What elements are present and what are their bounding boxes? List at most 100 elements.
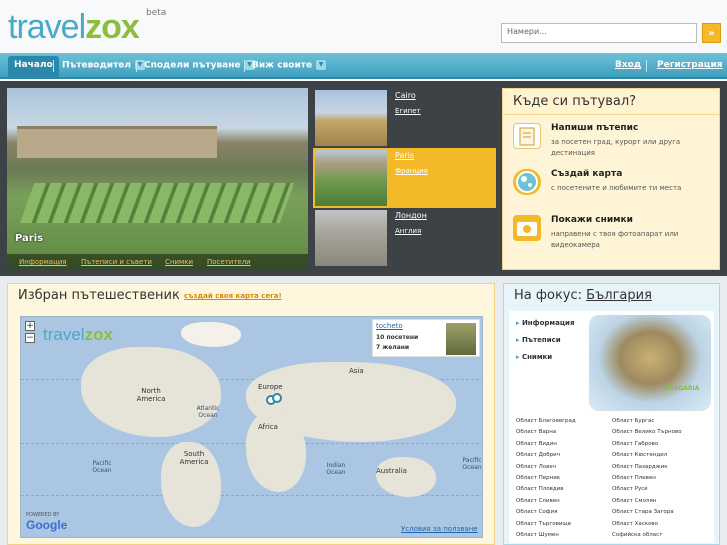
nav-home[interactable]: Начало bbox=[8, 56, 59, 77]
action-desc: с посетените и любимите ти места bbox=[551, 184, 682, 192]
zoom-in-button[interactable]: + bbox=[25, 321, 35, 331]
action-desc: направени с твоя фотоапарат или видеокам… bbox=[551, 230, 679, 249]
hero-image[interactable] bbox=[7, 88, 308, 270]
where-traveled-panel: Къде си пътувал? Напиши пътепис за посет… bbox=[502, 88, 720, 270]
action-title[interactable]: Създай карта bbox=[551, 169, 622, 179]
focus-panel: На фокус: България Информация Пътеписи С… bbox=[503, 283, 720, 545]
hero-garden-shape bbox=[19, 183, 295, 223]
region-link[interactable]: Област Стара Загора bbox=[612, 509, 674, 515]
nav-divider bbox=[136, 60, 137, 72]
region-link[interactable]: Област Перник bbox=[516, 475, 560, 481]
label-north-america: North America bbox=[136, 387, 166, 403]
region-link[interactable]: Област Сливен bbox=[516, 498, 560, 504]
map-logo-zox: zox bbox=[84, 325, 113, 344]
thumb-image[interactable] bbox=[315, 90, 387, 146]
thumb-cairo[interactable]: Cairo Египет bbox=[313, 88, 496, 148]
focus-content: Информация Пътеписи Снимки BULGARIA Обла… bbox=[509, 311, 714, 543]
logo-travel: travel bbox=[8, 8, 86, 46]
logo-zox: zox bbox=[85, 8, 140, 46]
region-link[interactable]: Област Хасково bbox=[612, 521, 658, 527]
region-link[interactable]: Област Търговище bbox=[516, 521, 571, 527]
main-nav: Начало Пътеводител ▼ Сподели пътуване ▼ Ви… bbox=[0, 53, 727, 79]
hero-palace-shape bbox=[17, 126, 217, 158]
map-marker-icon[interactable] bbox=[265, 392, 283, 408]
region-link[interactable]: Област Ловеч bbox=[516, 464, 556, 470]
thumb-image[interactable] bbox=[315, 210, 387, 266]
nav-share-trip-label: Сподели пътуване bbox=[144, 60, 241, 71]
chevron-down-icon[interactable]: ▼ bbox=[316, 60, 327, 70]
hero-link-visitors[interactable]: Посетители bbox=[207, 258, 251, 266]
traveler-avatar[interactable] bbox=[446, 323, 476, 355]
thumb-paris[interactable]: Paris Франция bbox=[313, 148, 496, 208]
label-atlantic-ocean: Atlantic Ocean bbox=[196, 405, 220, 419]
thumb-country[interactable]: Англия bbox=[395, 227, 421, 235]
nav-share-trip[interactable]: Сподели пътуване ▼ bbox=[138, 56, 261, 77]
site-logo[interactable]: travelzox beta bbox=[8, 8, 166, 48]
google-logo[interactable]: Google bbox=[26, 518, 67, 532]
featured-traveler-panel: Избран пътешественик създай своя карта с… bbox=[7, 283, 495, 545]
camera-icon bbox=[513, 215, 541, 241]
region-link[interactable]: Област Велико Търново bbox=[612, 429, 682, 435]
focus-heading-label: На фокус: bbox=[514, 288, 583, 303]
region-link[interactable]: Област Русе bbox=[612, 486, 648, 492]
thumb-title[interactable]: Лондон bbox=[395, 211, 427, 220]
search-input[interactable]: Намери... bbox=[501, 23, 697, 43]
traveler-name[interactable]: tocheto bbox=[376, 322, 403, 330]
search-button[interactable]: » bbox=[702, 23, 721, 43]
focus-menu-travelogues[interactable]: Пътеписи bbox=[516, 336, 561, 344]
focus-heading: На фокус: България bbox=[514, 288, 652, 303]
region-link[interactable]: Софийска област bbox=[612, 532, 662, 538]
action-title[interactable]: Напиши пътепис bbox=[551, 123, 638, 133]
featured-thumbs: Cairo Египет Paris Франция Лондон Англия bbox=[313, 88, 496, 270]
label-pacific-ocean-west: Pacific Ocean bbox=[92, 460, 112, 474]
focus-menu-photos[interactable]: Снимки bbox=[516, 353, 552, 361]
nav-divider bbox=[244, 60, 245, 72]
register-link[interactable]: Регистрация bbox=[657, 60, 723, 70]
land-greenland bbox=[181, 322, 241, 347]
focus-country-image[interactable]: BULGARIA bbox=[589, 315, 711, 411]
login-link[interactable]: Вход bbox=[615, 60, 641, 70]
nav-guide-label: Пътеводител bbox=[62, 60, 131, 71]
action-title[interactable]: Покажи снимки bbox=[551, 215, 633, 225]
traveler-heading: Избран пътешественик bbox=[18, 288, 180, 303]
label-asia: Asia bbox=[349, 367, 364, 375]
hero-caption: Paris bbox=[15, 233, 44, 244]
region-link[interactable]: Област Кюстендил bbox=[612, 452, 667, 458]
google-wordmark: Google bbox=[26, 518, 68, 532]
focus-menu-info[interactable]: Информация bbox=[516, 319, 575, 327]
beta-label: beta bbox=[146, 8, 167, 18]
label-pacific-ocean-east: Pacific Ocean bbox=[462, 457, 482, 471]
hero-link-info[interactable]: Информация bbox=[19, 258, 67, 266]
thumb-image[interactable] bbox=[315, 150, 387, 206]
hero-link-travelogues[interactable]: Пътеписи и съвети bbox=[81, 258, 152, 266]
region-link[interactable]: Област София bbox=[516, 509, 557, 515]
thumb-country[interactable]: Египет bbox=[395, 107, 421, 115]
nav-view-yours[interactable]: Виж своите ▼ bbox=[246, 56, 332, 77]
nav-divider bbox=[646, 60, 647, 72]
region-link[interactable]: Област Видин bbox=[516, 441, 557, 447]
region-link[interactable]: Област Благоевград bbox=[516, 418, 576, 424]
terms-link[interactable]: Условия за ползване bbox=[401, 525, 478, 533]
notebook-icon bbox=[513, 123, 541, 149]
region-link[interactable]: Област Плевен bbox=[612, 475, 656, 481]
region-link[interactable]: Област Пазарджик bbox=[612, 464, 668, 470]
region-link[interactable]: Област Смолян bbox=[612, 498, 656, 504]
hero-link-photos[interactable]: Снимки bbox=[165, 258, 193, 266]
thumb-london[interactable]: Лондон Англия bbox=[313, 208, 496, 268]
world-map[interactable]: + − travelzox North America Europe Asia … bbox=[20, 316, 483, 538]
region-link[interactable]: Област Габрово bbox=[612, 441, 658, 447]
thumb-country[interactable]: Франция bbox=[395, 167, 428, 175]
zoom-out-button[interactable]: − bbox=[25, 333, 35, 343]
region-link[interactable]: Област Бургас bbox=[612, 418, 654, 424]
region-link[interactable]: Област Пловдив bbox=[516, 486, 563, 492]
create-map-link[interactable]: създай своя карта сега! bbox=[184, 292, 282, 300]
thumb-title[interactable]: Paris bbox=[395, 151, 414, 160]
hero-links: Информация Пътеписи и съвети Снимки Посе… bbox=[7, 254, 308, 270]
region-link[interactable]: Област Добрич bbox=[516, 452, 560, 458]
region-link[interactable]: Област Шумен bbox=[516, 532, 559, 538]
thumb-title[interactable]: Cairo bbox=[395, 91, 416, 100]
region-link[interactable]: Област Варна bbox=[516, 429, 556, 435]
focus-country-link[interactable]: България bbox=[586, 288, 652, 303]
label-australia: Australia bbox=[376, 467, 407, 475]
traveler-card[interactable]: tocheto 10 посетени 7 желани bbox=[372, 319, 480, 357]
